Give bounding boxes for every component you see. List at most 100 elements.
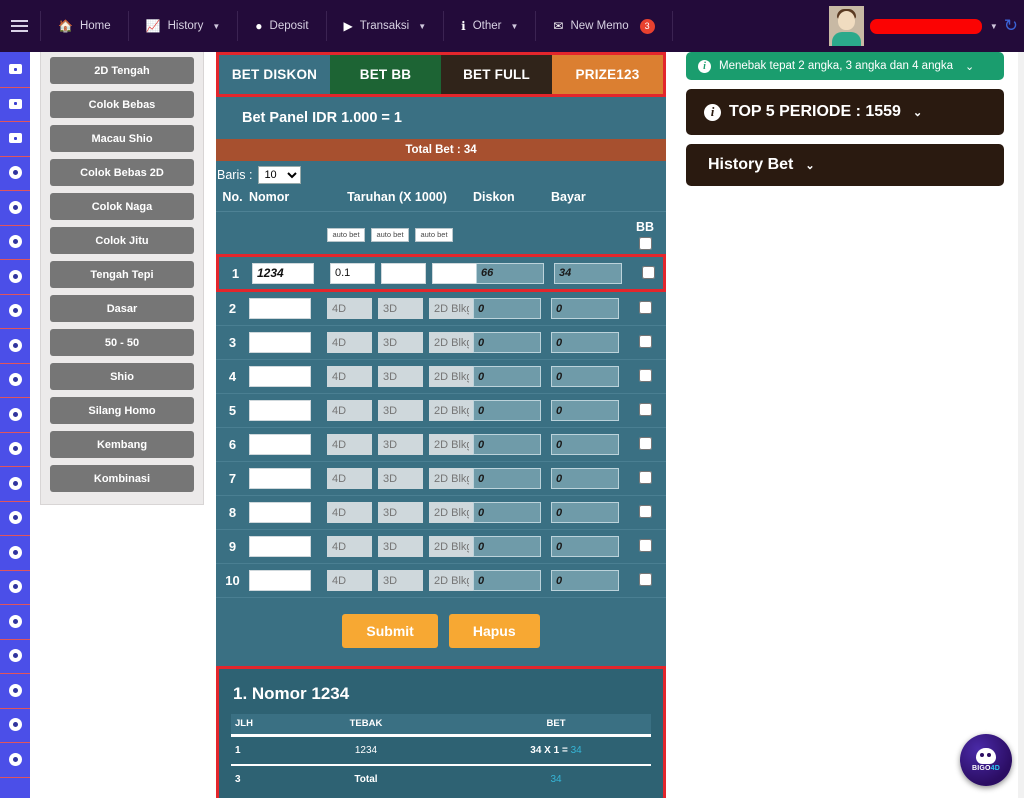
taruhan-2d-input[interactable] — [429, 570, 474, 591]
taruhan-2d-input[interactable] — [429, 434, 474, 455]
strip-target-icon-18[interactable] — [0, 673, 30, 708]
refresh-icon[interactable]: ↻ — [1004, 16, 1018, 36]
tab-prize123[interactable]: PRIZE123 — [552, 55, 663, 94]
bb-select-all-checkbox[interactable] — [638, 237, 652, 250]
nomor-input[interactable] — [249, 536, 311, 557]
nav-item-new-memo[interactable]: ✉ New Memo 3 — [536, 11, 673, 41]
taruhan-4d-input[interactable] — [327, 434, 372, 455]
taruhan-2d-input[interactable] — [429, 400, 474, 421]
auto-bet-2d-button[interactable]: auto bet — [415, 228, 453, 242]
taruhan-2d-input[interactable] — [429, 298, 474, 319]
bb-checkbox[interactable] — [639, 505, 652, 518]
sidebar-item-2d-tengah[interactable]: 2D Tengah — [50, 57, 194, 84]
sidebar-item-silang-homo[interactable]: Silang Homo — [50, 397, 194, 424]
sidebar-item-dasar[interactable]: Dasar — [50, 295, 194, 322]
nomor-input[interactable] — [249, 298, 311, 319]
nomor-input[interactable] — [249, 468, 311, 489]
bb-checkbox[interactable] — [639, 573, 652, 586]
nomor-input[interactable] — [249, 366, 311, 387]
taruhan-4d-input[interactable] — [330, 262, 375, 284]
sidebar-item-tengah-tepi[interactable]: Tengah Tepi — [50, 261, 194, 288]
strip-target-icon-9[interactable] — [0, 363, 30, 398]
nomor-input[interactable] — [249, 332, 311, 353]
taruhan-4d-input[interactable] — [327, 298, 372, 319]
info-panel-top5-periode[interactable]: i TOP 5 PERIODE : 1559 ⌄ — [686, 89, 1004, 135]
taruhan-4d-input[interactable] — [327, 536, 372, 557]
taruhan-2d-input[interactable] — [429, 366, 474, 387]
nomor-input[interactable] — [249, 502, 311, 523]
taruhan-2d-input[interactable] — [432, 262, 477, 284]
sidebar-item-50-50[interactable]: 50 - 50 — [50, 329, 194, 356]
taruhan-4d-input[interactable] — [327, 502, 372, 523]
sidebar-item-colok-jitu[interactable]: Colok Jitu — [50, 227, 194, 254]
hamburger-menu-icon[interactable] — [6, 20, 40, 32]
bb-checkbox[interactable] — [639, 437, 652, 450]
strip-target-icon-12[interactable] — [0, 466, 30, 501]
taruhan-3d-input[interactable] — [378, 366, 423, 387]
nomor-input[interactable] — [249, 570, 311, 591]
taruhan-4d-input[interactable] — [327, 400, 372, 421]
sidebar-item-macau-shio[interactable]: Macau Shio — [50, 125, 194, 152]
taruhan-2d-input[interactable] — [429, 468, 474, 489]
bb-checkbox[interactable] — [639, 403, 652, 416]
strip-target-icon-6[interactable] — [0, 259, 30, 294]
strip-video-icon-2[interactable] — [0, 121, 30, 156]
strip-target-icon-10[interactable] — [0, 397, 30, 432]
taruhan-3d-input[interactable] — [378, 536, 423, 557]
bb-checkbox[interactable] — [639, 369, 652, 382]
taruhan-2d-input[interactable] — [429, 502, 474, 523]
taruhan-2d-input[interactable] — [429, 536, 474, 557]
sidebar-item-kombinasi[interactable]: Kombinasi — [50, 465, 194, 492]
taruhan-3d-input[interactable] — [378, 434, 423, 455]
hapus-button[interactable]: Hapus — [448, 614, 540, 648]
nav-item-other[interactable]: ℹ Other ▼ — [444, 11, 537, 41]
auto-bet-4d-button[interactable]: auto bet — [327, 228, 365, 242]
strip-target-icon-8[interactable] — [0, 328, 30, 363]
nomor-input[interactable] — [249, 400, 311, 421]
taruhan-3d-input[interactable] — [378, 570, 423, 591]
bb-checkbox[interactable] — [639, 335, 652, 348]
strip-target-icon-11[interactable] — [0, 432, 30, 467]
nav-item-history[interactable]: 📈 History ▼ — [129, 11, 239, 41]
bb-checkbox[interactable] — [639, 471, 652, 484]
bb-checkbox[interactable] — [642, 265, 655, 279]
nomor-input[interactable] — [249, 434, 311, 455]
strip-target-icon-16[interactable] — [0, 604, 30, 639]
bigo4d-floating-badge[interactable]: BIGO4D — [960, 734, 1012, 786]
info-panel-history-bet[interactable]: History Bet ⌄ — [686, 144, 1004, 186]
tab-bet-full[interactable]: BET FULL — [441, 55, 552, 94]
chevron-down-icon[interactable]: ▼ — [990, 22, 998, 31]
bb-checkbox[interactable] — [639, 301, 652, 314]
strip-target-icon-4[interactable] — [0, 190, 30, 225]
strip-video-icon-1[interactable] — [0, 87, 30, 122]
taruhan-4d-input[interactable] — [327, 570, 372, 591]
tab-bet-diskon[interactable]: BET DISKON — [219, 55, 330, 94]
taruhan-4d-input[interactable] — [327, 366, 372, 387]
taruhan-3d-input[interactable] — [378, 468, 423, 489]
nav-item-transaksi[interactable]: ▶ Transaksi ▼ — [327, 11, 445, 41]
strip-target-icon-5[interactable] — [0, 225, 30, 260]
taruhan-3d-input[interactable] — [378, 400, 423, 421]
bb-checkbox[interactable] — [639, 539, 652, 552]
sidebar-item-colok-naga[interactable]: Colok Naga — [50, 193, 194, 220]
taruhan-3d-input[interactable] — [378, 332, 423, 353]
taruhan-3d-input[interactable] — [378, 502, 423, 523]
strip-target-icon-13[interactable] — [0, 501, 30, 536]
user-account-area[interactable]: ▼ ↻ — [828, 6, 1018, 46]
strip-target-icon-20[interactable] — [0, 742, 30, 777]
tab-bet-bb[interactable]: BET BB — [330, 55, 441, 94]
taruhan-2d-input[interactable] — [429, 332, 474, 353]
nav-item-home[interactable]: 🏠 Home — [40, 11, 129, 41]
strip-target-icon-7[interactable] — [0, 294, 30, 329]
taruhan-4d-input[interactable] — [327, 332, 372, 353]
taruhan-3d-input[interactable] — [378, 298, 423, 319]
submit-button[interactable]: Submit — [342, 614, 438, 648]
nav-item-deposit[interactable]: ● Deposit — [238, 11, 327, 41]
strip-target-icon-19[interactable] — [0, 708, 30, 743]
auto-bet-3d-button[interactable]: auto bet — [371, 228, 409, 242]
taruhan-3d-input[interactable] — [381, 262, 426, 284]
nomor-input[interactable] — [252, 262, 314, 284]
taruhan-4d-input[interactable] — [327, 468, 372, 489]
strip-target-icon-17[interactable] — [0, 639, 30, 674]
sidebar-item-kembang[interactable]: Kembang — [50, 431, 194, 458]
